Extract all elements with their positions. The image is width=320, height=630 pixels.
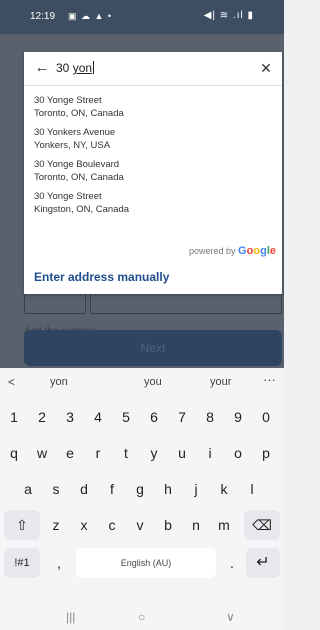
status-time: 12:19	[30, 11, 56, 22]
address-search-input[interactable]: 30 yon	[56, 61, 95, 75]
powered-by-label: powered by	[189, 246, 236, 256]
key-a[interactable]: a	[17, 474, 39, 504]
powered-by-google: powered by Google	[189, 245, 276, 257]
keyboard-suggestion[interactable]: you	[144, 376, 162, 388]
search-prefix: 30	[56, 61, 73, 75]
home-icon[interactable]: ○	[138, 610, 145, 624]
suggestion-list: 30 Yonge Street Toronto, ON, Canada 30 Y…	[34, 94, 274, 222]
key-x[interactable]: x	[73, 510, 95, 540]
comma-key[interactable]: ,	[48, 548, 70, 578]
key-1[interactable]: 1	[3, 402, 25, 432]
key-n[interactable]: n	[185, 510, 207, 540]
key-9[interactable]: 9	[227, 402, 249, 432]
suggestion-item[interactable]: 30 Yonge Street Kingston, ON, Canada	[34, 190, 274, 222]
suggestion-item[interactable]: 30 Yonge Boulevard Toronto, ON, Canada	[34, 158, 274, 190]
key-t[interactable]: t	[115, 438, 137, 468]
symbols-key[interactable]: !#1	[4, 548, 40, 578]
more-options-icon[interactable]: ···	[263, 372, 276, 387]
keyboard-suggestion[interactable]: yon	[50, 376, 68, 388]
key-r[interactable]: r	[87, 438, 109, 468]
system-nav-bar: ||| ○ ∨	[0, 606, 284, 630]
key-7[interactable]: 7	[171, 402, 193, 432]
text-caret	[93, 61, 95, 74]
key-8[interactable]: 8	[199, 402, 221, 432]
key-m[interactable]: m	[213, 510, 235, 540]
key-l[interactable]: l	[241, 474, 263, 504]
key-p[interactable]: p	[255, 438, 277, 468]
status-bar: 12:19 ▣ ☁ ▲ • ◀| ≋ .ıl ▮	[0, 0, 284, 34]
next-button[interactable]: Next	[24, 330, 282, 366]
period-key[interactable]: .	[222, 548, 242, 578]
key-e[interactable]: e	[59, 438, 81, 468]
google-logo: Google	[238, 245, 276, 257]
suggestion-street: 30 Yonge Street	[34, 191, 102, 202]
suggestion-city: Kingston, ON, Canada	[34, 204, 130, 215]
key-u[interactable]: u	[171, 438, 193, 468]
backspace-key-icon[interactable]: ⌫	[244, 510, 280, 540]
enter-key-icon[interactable]: ↵	[246, 548, 280, 578]
key-3[interactable]: 3	[59, 402, 81, 432]
space-key[interactable]: English (AU)	[76, 548, 216, 578]
key-d[interactable]: d	[73, 474, 95, 504]
suggestion-city: Toronto, ON, Canada	[34, 172, 124, 183]
search-row: ← 30 yon ✕	[24, 52, 282, 86]
back-arrow-icon[interactable]: ←	[32, 58, 52, 78]
key-0[interactable]: 0	[255, 402, 277, 432]
suggestion-city: Yonkers, NY, USA	[34, 140, 111, 151]
key-b[interactable]: b	[157, 510, 179, 540]
key-h[interactable]: h	[157, 474, 179, 504]
keyboard-suggestion-bar: < yon you your ···	[0, 368, 284, 396]
key-w[interactable]: w	[31, 438, 53, 468]
shift-key-icon[interactable]: ⇧	[4, 510, 40, 540]
signal-battery-icons: ◀| ≋ .ıl ▮	[203, 10, 254, 21]
suggestion-item[interactable]: 30 Yonge Street Toronto, ON, Canada	[34, 94, 274, 126]
search-typed: yon	[72, 61, 93, 75]
key-o[interactable]: o	[227, 438, 249, 468]
enter-address-manually-link[interactable]: Enter address manually	[34, 270, 169, 284]
notification-icons: ▣ ☁ ▲ •	[68, 11, 113, 21]
keyboard: < yon you your ··· 1 2 3 4 5 6 7 8 9 0 q…	[0, 368, 284, 630]
nav-back-icon[interactable]: ∨	[226, 610, 235, 624]
key-q[interactable]: q	[3, 438, 25, 468]
key-k[interactable]: k	[213, 474, 235, 504]
key-z[interactable]: z	[45, 510, 67, 540]
key-i[interactable]: i	[199, 438, 221, 468]
key-s[interactable]: s	[45, 474, 67, 504]
key-f[interactable]: f	[101, 474, 123, 504]
suggestion-street: 30 Yonge Boulevard	[34, 159, 120, 170]
key-6[interactable]: 6	[143, 402, 165, 432]
key-v[interactable]: v	[129, 510, 151, 540]
key-2[interactable]: 2	[31, 402, 53, 432]
suggestion-item[interactable]: 30 Yonkers Avenue Yonkers, NY, USA	[34, 126, 274, 158]
close-icon[interactable]: ✕	[256, 58, 276, 78]
key-y[interactable]: y	[143, 438, 165, 468]
key-g[interactable]: g	[129, 474, 151, 504]
suggestion-city: Toronto, ON, Canada	[34, 108, 124, 119]
suggestion-street: 30 Yonge Street	[34, 95, 102, 106]
key-4[interactable]: 4	[87, 402, 109, 432]
key-5[interactable]: 5	[115, 402, 137, 432]
recent-apps-icon[interactable]: |||	[66, 610, 75, 624]
suggestion-back-icon[interactable]: <	[8, 375, 15, 389]
suggestion-street: 30 Yonkers Avenue	[34, 127, 116, 138]
key-j[interactable]: j	[185, 474, 207, 504]
address-autocomplete-card: ← 30 yon ✕ 30 Yonge Street Toronto, ON, …	[24, 52, 282, 294]
keyboard-suggestion[interactable]: your	[210, 376, 231, 388]
key-c[interactable]: c	[101, 510, 123, 540]
